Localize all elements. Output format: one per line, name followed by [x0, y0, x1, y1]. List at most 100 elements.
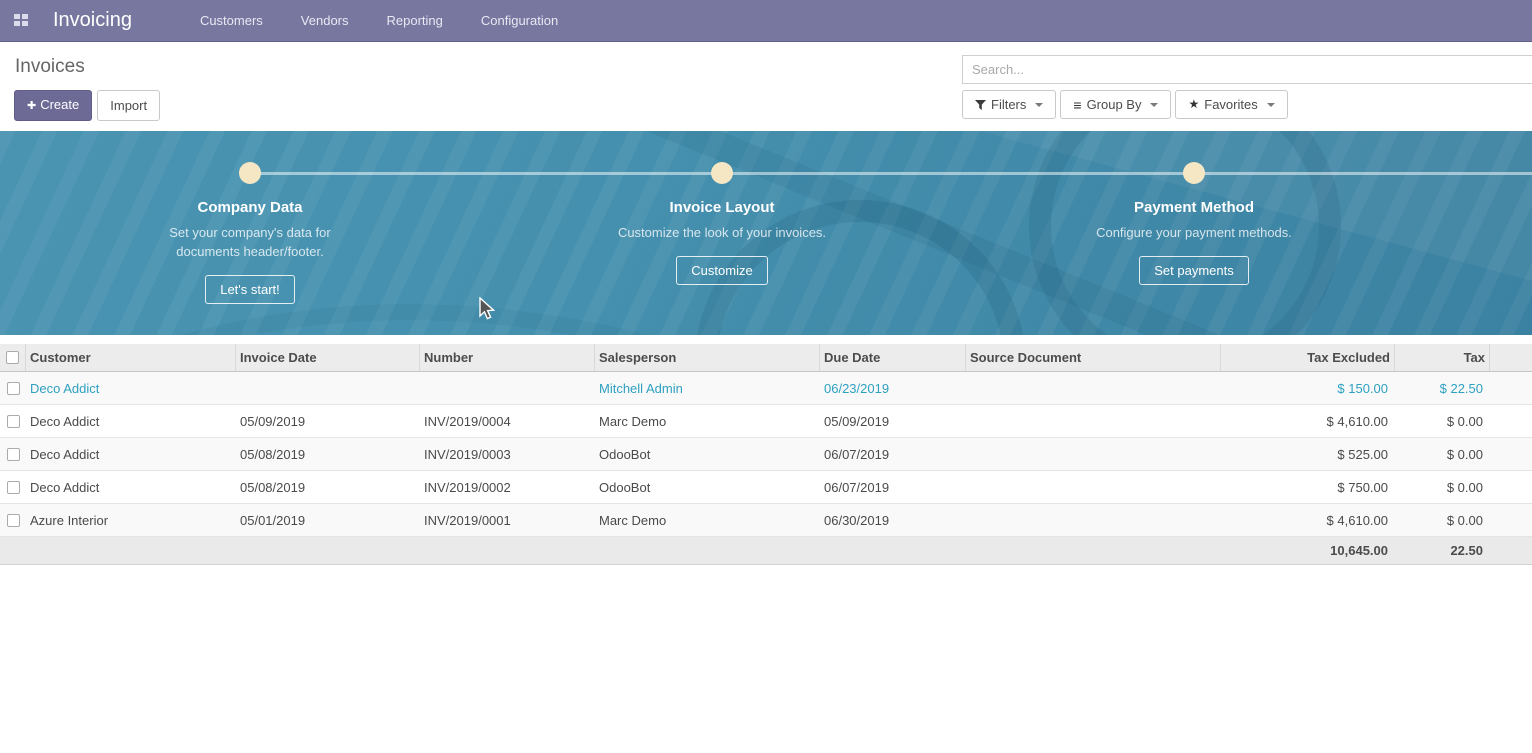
cell-due-date: 06/30/2019: [820, 513, 966, 528]
row-checkbox[interactable]: [7, 481, 20, 494]
header-salesperson[interactable]: Salesperson: [595, 344, 820, 371]
cell-tax-excluded: $ 150.00: [1221, 381, 1395, 396]
row-checkbox[interactable]: [7, 514, 20, 527]
table-row[interactable]: Deco Addict 05/08/2019 INV/2019/0002 Odo…: [0, 471, 1532, 504]
table-row[interactable]: Deco Addict 05/08/2019 INV/2019/0003 Odo…: [0, 438, 1532, 471]
lets-start-button[interactable]: Let's start!: [205, 275, 295, 304]
cell-salesperson: Marc Demo: [595, 414, 820, 429]
cell-salesperson: OdooBot: [595, 447, 820, 462]
group-by-icon: ≡: [1073, 100, 1081, 110]
cell-tax: $ 0.00: [1395, 480, 1490, 495]
filter-funnel-icon: [975, 100, 986, 110]
cell-tax-excluded: $ 750.00: [1221, 480, 1395, 495]
cell-number: INV/2019/0003: [420, 447, 595, 462]
group-by-button[interactable]: ≡ Group By: [1060, 90, 1171, 119]
caret-down-icon: [1035, 103, 1043, 107]
plus-icon: ✚: [27, 100, 36, 112]
cell-customer: Deco Addict: [26, 480, 236, 495]
footer-tax-total: 22.50: [1395, 543, 1490, 558]
table-row[interactable]: Azure Interior 05/01/2019 INV/2019/0001 …: [0, 504, 1532, 537]
cell-customer: Deco Addict: [26, 414, 236, 429]
import-button-label: Import: [110, 98, 147, 113]
cell-customer: Deco Addict: [26, 381, 236, 396]
invoice-list: Customer Invoice Date Number Salesperson…: [0, 344, 1532, 565]
step-dot: [711, 162, 733, 184]
table-row[interactable]: Deco Addict 05/09/2019 INV/2019/0004 Mar…: [0, 405, 1532, 438]
header-invoice-date[interactable]: Invoice Date: [236, 344, 420, 371]
favorites-button[interactable]: ★ Favorites: [1175, 90, 1287, 119]
row-checkbox[interactable]: [7, 448, 20, 461]
step-dot: [239, 162, 261, 184]
step-title: Company Data: [100, 199, 400, 216]
nav-item-configuration[interactable]: Configuration: [469, 7, 570, 34]
nav-item-customers[interactable]: Customers: [188, 7, 275, 34]
cell-number: INV/2019/0001: [420, 513, 595, 528]
onboarding-banner: Company Data Set your company's data for…: [0, 131, 1532, 335]
table-row[interactable]: Deco Addict Mitchell Admin 06/23/2019 $ …: [0, 372, 1532, 405]
cell-salesperson: Mitchell Admin: [595, 381, 820, 396]
footer-tax-excluded-total: 10,645.00: [1221, 543, 1395, 558]
cell-due-date: 05/09/2019: [820, 414, 966, 429]
customize-button[interactable]: Customize: [676, 256, 767, 285]
cell-due-date: 06/07/2019: [820, 447, 966, 462]
header-extra-column: [1490, 344, 1532, 371]
nav-menu: Customers Vendors Reporting Configuratio…: [188, 7, 570, 34]
header-tax-excluded[interactable]: Tax Excluded: [1221, 344, 1395, 371]
select-all-checkbox[interactable]: [6, 351, 19, 364]
onboarding-step-company-data: Company Data Set your company's data for…: [100, 199, 400, 304]
step-description: Set your company's data for documents he…: [138, 223, 362, 261]
page-title: Invoices: [15, 56, 85, 78]
cell-tax-excluded: $ 525.00: [1221, 447, 1395, 462]
step-title: Invoice Layout: [572, 199, 872, 216]
step-title: Payment Method: [1044, 199, 1344, 216]
cell-number: INV/2019/0004: [420, 414, 595, 429]
set-payments-button[interactable]: Set payments: [1139, 256, 1249, 285]
nav-item-vendors[interactable]: Vendors: [289, 7, 361, 34]
table-header-row: Customer Invoice Date Number Salesperson…: [0, 344, 1532, 372]
onboarding-progress-line: [250, 172, 1532, 175]
favorites-star-icon: ★: [1188, 96, 1199, 113]
favorites-button-label: Favorites: [1204, 96, 1257, 113]
cell-customer: Azure Interior: [26, 513, 236, 528]
step-dot: [1183, 162, 1205, 184]
nav-item-reporting[interactable]: Reporting: [375, 7, 455, 34]
row-checkbox[interactable]: [7, 415, 20, 428]
select-all-checkbox-cell: [0, 344, 26, 371]
search-input[interactable]: [962, 55, 1532, 84]
cell-invoice-date: 05/08/2019: [236, 480, 420, 495]
import-button[interactable]: Import: [97, 90, 160, 121]
cell-tax: $ 0.00: [1395, 447, 1490, 462]
cell-invoice-date: 05/08/2019: [236, 447, 420, 462]
app-name[interactable]: Invoicing: [53, 9, 132, 32]
control-panel: Invoices ✚ Create Import Filters ≡ Group …: [0, 42, 1532, 131]
onboarding-step-invoice-layout: Invoice Layout Customize the look of you…: [572, 199, 872, 285]
caret-down-icon: [1150, 103, 1158, 107]
header-source-document[interactable]: Source Document: [966, 344, 1221, 371]
step-description: Customize the look of your invoices.: [610, 223, 834, 242]
cell-due-date: 06/07/2019: [820, 480, 966, 495]
onboarding-step-payment-method: Payment Method Configure your payment me…: [1044, 199, 1344, 285]
cell-tax-excluded: $ 4,610.00: [1221, 414, 1395, 429]
caret-down-icon: [1267, 103, 1275, 107]
header-tax[interactable]: Tax: [1395, 344, 1490, 371]
header-number[interactable]: Number: [420, 344, 595, 371]
filters-button[interactable]: Filters: [962, 90, 1056, 119]
table-footer-row: 10,645.00 22.50: [0, 537, 1532, 565]
cell-salesperson: Marc Demo: [595, 513, 820, 528]
cell-number: INV/2019/0002: [420, 480, 595, 495]
header-customer[interactable]: Customer: [26, 344, 236, 371]
cell-salesperson: OdooBot: [595, 480, 820, 495]
cell-due-date: 06/23/2019: [820, 381, 966, 396]
cell-customer: Deco Addict: [26, 447, 236, 462]
apps-grid-icon[interactable]: [14, 14, 29, 27]
group-by-button-label: Group By: [1087, 96, 1142, 113]
cell-invoice-date: 05/01/2019: [236, 513, 420, 528]
row-checkbox[interactable]: [7, 382, 20, 395]
cell-invoice-date: 05/09/2019: [236, 414, 420, 429]
create-button[interactable]: ✚ Create: [14, 90, 92, 121]
create-button-label: Create: [40, 97, 79, 112]
cell-tax: $ 0.00: [1395, 513, 1490, 528]
header-due-date[interactable]: Due Date: [820, 344, 966, 371]
top-navbar: Invoicing Customers Vendors Reporting Co…: [0, 0, 1532, 42]
cell-tax: $ 22.50: [1395, 381, 1490, 396]
